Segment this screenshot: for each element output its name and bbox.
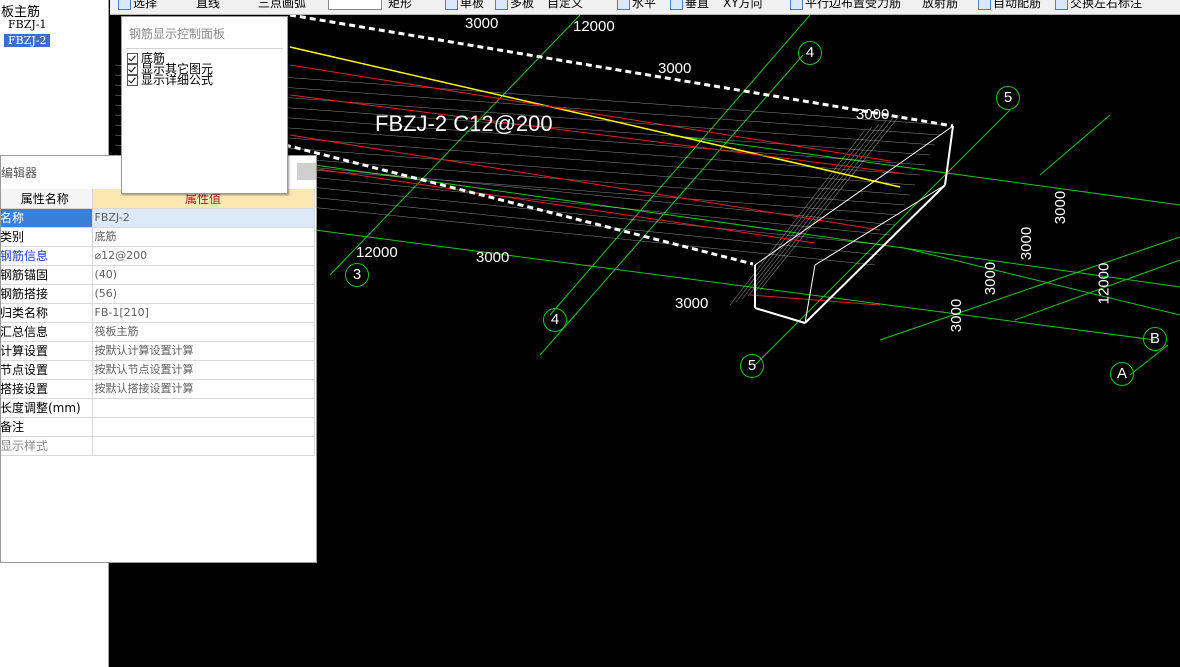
axis-bubble[interactable]: A: [1110, 362, 1134, 386]
toolbar-arc-button[interactable]: 三点画弧: [258, 0, 306, 12]
dim-label: 3000: [1018, 226, 1036, 261]
dim-label: 3000: [856, 106, 890, 123]
toolbar-swap-label-button[interactable]: 交换左右标注: [1055, 0, 1142, 12]
toolbar-combo[interactable]: [328, 0, 382, 10]
axis-bubble[interactable]: 5: [740, 354, 764, 378]
toolbar-horizontal-button[interactable]: 水平: [617, 0, 656, 12]
col-name-header: 属性名称: [1, 189, 93, 209]
panel-title: 钢筋显示控制面板: [129, 27, 226, 41]
property-row[interactable]: 汇总信息 筏板主筋: [1, 322, 315, 342]
toolbar-radial-button[interactable]: 放射筋: [922, 0, 958, 12]
axis-bubble[interactable]: 4: [543, 308, 567, 332]
toolbar-line-button[interactable]: 直线: [196, 0, 220, 12]
property-row[interactable]: 节点设置 按默认节点设置计算: [1, 360, 315, 380]
property-row[interactable]: 钢筋搭接 (56): [1, 284, 315, 304]
toolbar-select-button[interactable]: 选择: [118, 0, 157, 12]
option-show-formula[interactable]: 显示详细公式: [127, 74, 213, 86]
dim-label: 3000: [982, 261, 1000, 296]
property-editor-title: 编辑器: [1, 166, 38, 180]
property-row[interactable]: 钢筋信息 ⌀12@200: [1, 246, 315, 266]
axis-bubble[interactable]: 3: [345, 263, 369, 287]
dim-label: 3000: [675, 295, 709, 312]
toolbar-vertical-button[interactable]: 垂直: [670, 0, 709, 12]
property-row[interactable]: 长度调整(mm): [1, 398, 315, 418]
toolbar-multi-board-button[interactable]: 多板: [495, 0, 534, 12]
boards-icon: [495, 0, 508, 10]
toolbar-single-board-button[interactable]: 单板: [445, 0, 484, 12]
dim-label: 3000: [465, 15, 499, 32]
tree-item-fbzj-2[interactable]: FBZJ-2: [4, 34, 51, 47]
pointer-icon: [118, 0, 131, 10]
axis-bubble[interactable]: 4: [798, 41, 822, 65]
auto-icon: [978, 0, 991, 10]
toolbar: 选择 直线 三点画弧 矩形 单板 多板 自定义 水平 垂直 XY方向 平行边布置…: [110, 0, 1180, 15]
dim-label: 3000: [658, 60, 692, 77]
toolbar-auto-rebar-button[interactable]: 自动配筋: [978, 0, 1041, 12]
parallel-icon: [790, 0, 803, 10]
property-row[interactable]: 备注: [1, 417, 315, 437]
property-row[interactable]: 钢筋锚固 (40): [1, 265, 315, 285]
axis-bubble[interactable]: 5: [996, 86, 1020, 110]
rebar-display-panel: 钢筋显示控制面板 底筋 显示其它图元 显示详细公式: [121, 16, 288, 194]
toolbar-rect-button[interactable]: 矩形: [388, 0, 412, 12]
axis-bubble[interactable]: B: [1143, 327, 1167, 351]
horizontal-icon: [617, 0, 630, 10]
swap-icon: [1055, 0, 1068, 10]
dim-label: 3000: [1052, 190, 1070, 225]
dim-label: 12000: [356, 244, 398, 261]
grid-lines: [314, 15, 1180, 376]
divider: [126, 48, 283, 49]
dim-label: 3000: [948, 298, 966, 333]
property-editor: 编辑器 属性名称 属性值 名称 FBZJ-2 类别 底筋 钢筋信息 ⌀12@200 钢…: [0, 155, 317, 563]
tree-item-fbzj-1[interactable]: FBZJ-1: [6, 18, 48, 31]
property-row[interactable]: 显示样式: [1, 436, 315, 456]
property-row[interactable]: 计算设置 按默认计算设置计算: [1, 341, 315, 361]
property-table: 属性名称 属性值 名称 FBZJ-2 类别 底筋 钢筋信息 ⌀12@200 钢筋锚固(…: [1, 189, 315, 456]
toolbar-parallel-button[interactable]: 平行边布置受力筋: [790, 0, 901, 12]
vertical-icon: [670, 0, 683, 10]
toolbar-custom-button[interactable]: 自定义: [547, 0, 583, 12]
board-icon: [445, 0, 458, 10]
property-row[interactable]: 类别 底筋: [1, 227, 315, 247]
dim-label: 12000: [1095, 262, 1113, 305]
checkbox-checked-icon[interactable]: [127, 75, 138, 86]
property-editor-button[interactable]: [297, 163, 316, 180]
dim-label: 12000: [573, 18, 615, 35]
dim-label: 3000: [476, 249, 510, 266]
property-row[interactable]: 名称 FBZJ-2: [1, 208, 315, 228]
property-row[interactable]: 归类名称 FB-1[210]: [1, 303, 315, 323]
property-row[interactable]: 搭接设置 按默认搭接设置计算: [1, 379, 315, 399]
toolbar-xy-button[interactable]: XY方向: [723, 0, 763, 12]
rebar-label[interactable]: FBZJ-2 C12@200: [375, 111, 553, 137]
